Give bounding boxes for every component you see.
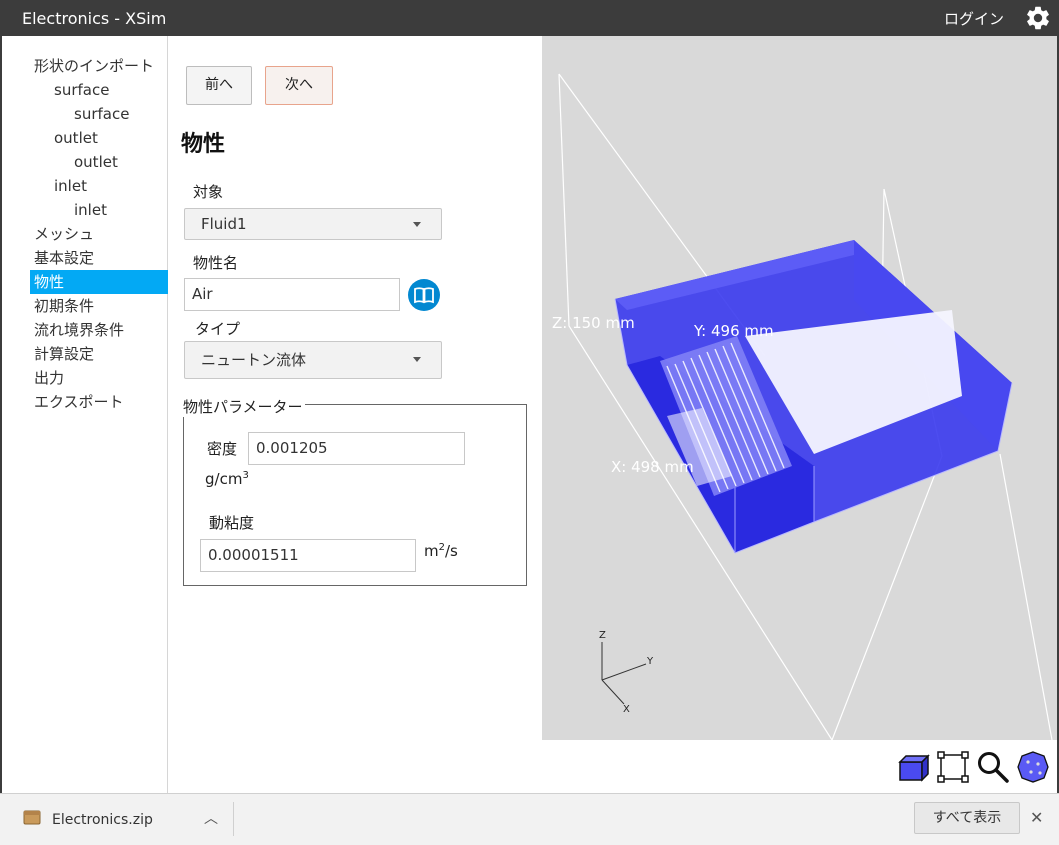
cube-icon[interactable] — [896, 750, 930, 784]
gear-icon[interactable] — [1024, 4, 1052, 32]
density-unit-base: g/cm — [205, 470, 243, 488]
type-select[interactable]: ニュートン流体 — [184, 341, 442, 379]
axis-gizmo: Z Y X — [599, 630, 654, 715]
zip-file-icon — [23, 810, 41, 825]
axis-x-label: X — [623, 704, 630, 715]
sidebar-item-material[interactable]: 物性 — [30, 270, 168, 294]
material-name-input[interactable]: Air — [184, 278, 400, 311]
dimension-x-label: X: 498 mm — [611, 458, 694, 476]
dimension-y-label: Y: 496 mm — [693, 322, 774, 340]
target-label: 対象 — [193, 183, 224, 201]
close-icon[interactable]: ✕ — [1030, 808, 1043, 827]
axis-y-label: Y — [646, 656, 654, 667]
fit-view-icon[interactable] — [936, 750, 970, 784]
sidebar-item-surface[interactable]: surface — [30, 78, 168, 102]
viscosity-unit: m2/s — [424, 542, 458, 560]
page-title: 物性 — [181, 132, 226, 157]
book-icon[interactable] — [408, 279, 440, 311]
density-input[interactable]: 0.001205 — [248, 432, 465, 465]
sidebar-item-boundary-conditions[interactable]: 流れ境界条件 — [30, 318, 168, 342]
sidebar-item-initial-conditions[interactable]: 初期条件 — [30, 294, 168, 318]
title-bar: Electronics - XSim ログイン — [0, 0, 1059, 36]
sidebar-item-export[interactable]: エクスポート — [30, 390, 168, 414]
sphere-icon[interactable] — [1016, 750, 1050, 784]
viscosity-input[interactable]: 0.00001511 — [200, 539, 416, 572]
type-label: タイプ — [195, 320, 241, 338]
target-select-value: Fluid1 — [201, 215, 247, 233]
dimension-z-label: Z: 150 mm — [552, 314, 635, 332]
sidebar-item-surface-sub[interactable]: surface — [30, 102, 168, 126]
sidebar-item-calculation-settings[interactable]: 計算設定 — [30, 342, 168, 366]
download-file-name[interactable]: Electronics.zip — [52, 812, 153, 828]
download-separator — [233, 802, 234, 836]
3d-viewport[interactable]: Z: 150 mm Y: 496 mm X: 498 mm Z Y X — [542, 36, 1057, 740]
viscosity-unit-base: m — [424, 542, 439, 560]
next-button[interactable]: 次へ — [265, 66, 333, 105]
target-select[interactable]: Fluid1 — [184, 208, 442, 240]
sidebar-item-mesh[interactable]: メッシュ — [30, 222, 168, 246]
sidebar-item-outlet-sub[interactable]: outlet — [30, 150, 168, 174]
sidebar-nav: 形状のインポート surface surface outlet outlet i… — [2, 36, 168, 793]
sidebar-item-inlet-sub[interactable]: inlet — [30, 198, 168, 222]
chevron-down-icon — [413, 222, 421, 227]
chevron-up-icon[interactable]: ︿ — [204, 808, 218, 828]
material-form: 前へ 次へ 物性 対象 Fluid1 物性名 Air タイプ ニュートン流体 物… — [168, 36, 542, 793]
viscosity-unit-tail: /s — [445, 542, 458, 560]
density-label: 密度 — [207, 440, 238, 458]
zoom-icon[interactable] — [976, 750, 1010, 784]
prev-button[interactable]: 前へ — [186, 66, 252, 105]
sidebar-item-outlet[interactable]: outlet — [30, 126, 168, 150]
sidebar-item-basic-settings[interactable]: 基本設定 — [30, 246, 168, 270]
material-name-label: 物性名 — [193, 254, 239, 272]
sidebar-item-output[interactable]: 出力 — [30, 366, 168, 390]
axis-z-label: Z — [599, 630, 606, 641]
sidebar-item-inlet[interactable]: inlet — [30, 174, 168, 198]
3d-scene: Z: 150 mm Y: 496 mm X: 498 mm Z Y X — [552, 73, 1053, 740]
viewport-toolbar — [542, 740, 1057, 793]
density-unit: g/cm3 — [205, 470, 249, 488]
sidebar-item-shape-import[interactable]: 形状のインポート — [30, 54, 168, 78]
login-link[interactable]: ログイン — [944, 8, 1004, 29]
type-select-value: ニュートン流体 — [201, 351, 307, 369]
density-unit-exp: 3 — [242, 470, 249, 481]
download-bar: Electronics.zip ︿ すべて表示 ✕ — [0, 793, 1059, 845]
chevron-down-icon — [413, 357, 421, 362]
window-title: Electronics - XSim — [22, 9, 167, 28]
material-params-legend: 物性パラメーター — [181, 396, 305, 417]
viscosity-label: 動粘度 — [209, 514, 255, 532]
show-all-button[interactable]: すべて表示 — [914, 802, 1020, 834]
